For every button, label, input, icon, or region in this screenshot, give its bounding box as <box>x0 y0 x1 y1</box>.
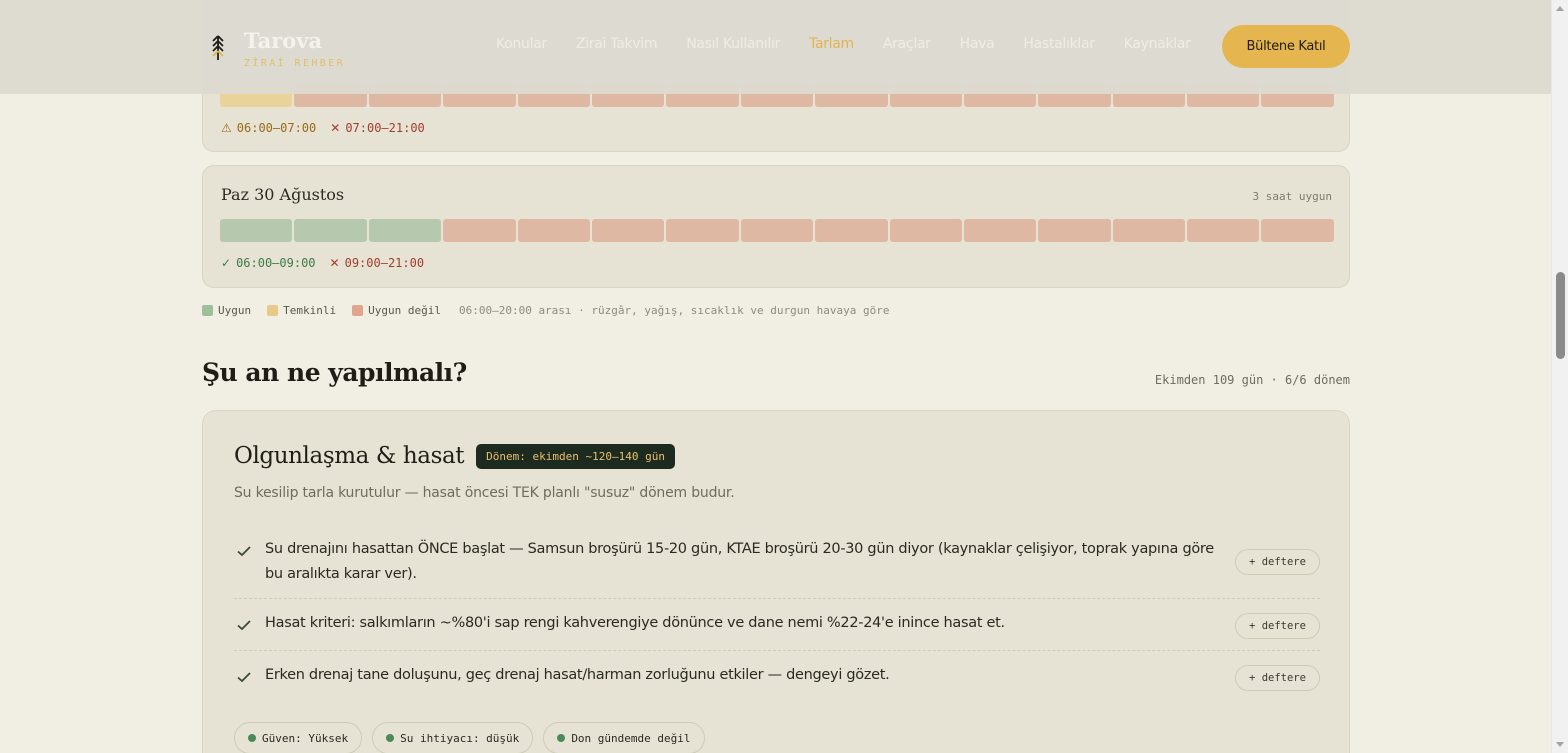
stage-card: Olgunlaşma & hasat Dönem: ekimden ~120–1… <box>202 410 1350 753</box>
nav-kaynaklar[interactable]: Kaynaklar <box>1124 36 1191 52</box>
hour-slot-bad <box>591 219 665 242</box>
hour-slots <box>220 219 1334 242</box>
hour-slot-bad <box>443 219 516 242</box>
range-unsuitable: ✕ 09:00–21:00 <box>330 256 425 270</box>
hour-slot-ok <box>220 219 293 242</box>
day-title: Paz 30 Ağustos <box>221 185 345 204</box>
legend-swatch-caution <box>267 305 279 316</box>
stage-title: Olgunlaşma & hasat <box>234 443 465 469</box>
time-ranges: ⚠ 06:00–07:00 ✕ 07:00–21:00 <box>221 121 425 135</box>
cross-icon: ✕ <box>329 256 340 270</box>
add-to-notebook-button[interactable]: + deftere <box>1235 549 1320 575</box>
brand-name: Tarova <box>244 28 323 53</box>
range-caution: ⚠ 06:00–07:00 <box>221 121 316 135</box>
hour-slot-bad <box>889 219 962 242</box>
legend-swatch-unsuitable <box>352 305 364 316</box>
task-text: Hasat kriteri: salkımların ~%80'i sap re… <box>265 615 1005 631</box>
check-icon <box>237 546 251 557</box>
day-available-hours: 3 saat uygun <box>1252 190 1332 203</box>
chip-water-need: Su ihtiyacı: düşük <box>372 722 534 753</box>
check-icon: ✓ <box>221 256 232 270</box>
day-card: Paz 30 Ağustos 3 saat uygun ✓ 06:00–09:0… <box>202 165 1350 288</box>
time-ranges: ✓ 06:00–09:00 ✕ 09:00–21:00 <box>221 256 424 270</box>
stage-period-badge: Dönem: ekimden ~120–140 gün <box>476 443 675 469</box>
section-meta: Ekimden 109 gün · 6/6 dönem <box>1154 373 1350 387</box>
add-to-notebook-button[interactable]: + deftere <box>1235 665 1320 691</box>
hour-slot-bad <box>1187 219 1260 242</box>
legend-caution: Temkinli <box>267 304 336 317</box>
range-suitable: ✓ 06:00–09:00 <box>221 256 316 270</box>
status-dot-icon <box>557 734 566 742</box>
nav-araclar[interactable]: Araçlar <box>883 36 931 52</box>
nav-hastaliklar[interactable]: Hastalıklar <box>1023 36 1095 52</box>
nav-tarlam[interactable]: Tarlam <box>809 36 854 52</box>
nav-konular[interactable]: Konular <box>496 36 547 52</box>
hour-slot-bad <box>517 219 590 242</box>
hour-slot-ok <box>294 219 367 242</box>
scroll-up-icon[interactable] <box>1556 6 1564 11</box>
brand-tagline: ZİRAİ REHBER <box>244 58 346 69</box>
task-item: Hasat kriteri: salkımların ~%80'i sap re… <box>234 599 1320 651</box>
scrollbar-thumb[interactable] <box>1556 272 1565 359</box>
stage-description: Su kesilip tarla kurutulur — hasat önces… <box>234 485 735 501</box>
task-list: Su drenajını hasattan ÖNCE başlat — Sams… <box>234 529 1320 703</box>
page-scrollbar[interactable] <box>1551 0 1568 753</box>
legend-note: 06:00–20:00 arası · rüzgâr, yağış, sıcak… <box>458 304 890 317</box>
hour-slot-bad <box>1261 219 1334 242</box>
range-unsuitable: ✕ 07:00–21:00 <box>330 121 425 135</box>
range-text: 06:00–07:00 <box>236 121 317 135</box>
stage-header: Olgunlaşma & hasat Dönem: ekimden ~120–1… <box>234 443 675 469</box>
check-icon <box>237 620 251 631</box>
warning-icon: ⚠ <box>221 121 232 135</box>
stage-chips: Güven: Yüksek Su ihtiyacı: düşük Don gün… <box>234 722 705 753</box>
legend-unsuitable: Uygun değil <box>352 304 441 317</box>
hour-slot-bad <box>963 219 1037 242</box>
task-item: Erken drenaj tane doluşunu, geç drenaj h… <box>234 651 1320 703</box>
hour-slot-bad <box>666 219 739 242</box>
task-text: Erken drenaj tane doluşunu, geç drenaj h… <box>265 667 890 683</box>
hour-slot-bad <box>815 219 888 242</box>
hour-slot-ok <box>368 219 442 242</box>
scroll-down-icon[interactable] <box>1556 742 1564 747</box>
status-dot-icon <box>386 734 395 742</box>
hour-slot-bad <box>1112 219 1186 242</box>
section-title: Şu an ne yapılmalı? <box>202 358 467 387</box>
nav-hava[interactable]: Hava <box>960 36 995 52</box>
newsletter-button[interactable]: Bültene Katıl <box>1222 25 1350 68</box>
nav-zirai-takvim[interactable]: Zirai Takvim <box>576 36 658 52</box>
main-nav: Konular Zirai Takvim Nasıl Kullanılır Ta… <box>496 36 1191 52</box>
cross-icon: ✕ <box>330 121 341 135</box>
chip-confidence: Güven: Yüksek <box>234 722 363 753</box>
status-dot-icon <box>248 734 256 742</box>
range-text: 06:00–09:00 <box>236 256 316 270</box>
hour-slot-bad <box>1038 219 1111 242</box>
nav-nasil-kullanilir[interactable]: Nasıl Kullanılır <box>686 36 780 52</box>
site-header: Tarova ZİRAİ REHBER Konular Zirai Takvim… <box>0 0 1551 94</box>
suitability-legend: Uygun Temkinli Uygun değil 06:00–20:00 a… <box>202 304 889 317</box>
brand-logo[interactable]: Tarova ZİRAİ REHBER <box>210 30 345 69</box>
add-to-notebook-button[interactable]: + deftere <box>1235 613 1320 639</box>
task-text: Su drenajını hasattan ÖNCE başlat — Sams… <box>265 541 1214 582</box>
hour-slot-bad <box>740 219 814 242</box>
check-icon <box>237 672 251 683</box>
wheat-logo-icon <box>212 35 224 60</box>
range-text: 07:00–21:00 <box>345 121 425 135</box>
range-text: 09:00–21:00 <box>344 256 425 270</box>
legend-swatch-suitable <box>202 305 213 316</box>
legend-suitable: Uygun <box>202 304 251 317</box>
chip-frost: Don gündemde değil <box>543 722 705 753</box>
task-item: Su drenajını hasattan ÖNCE başlat — Sams… <box>234 529 1320 599</box>
